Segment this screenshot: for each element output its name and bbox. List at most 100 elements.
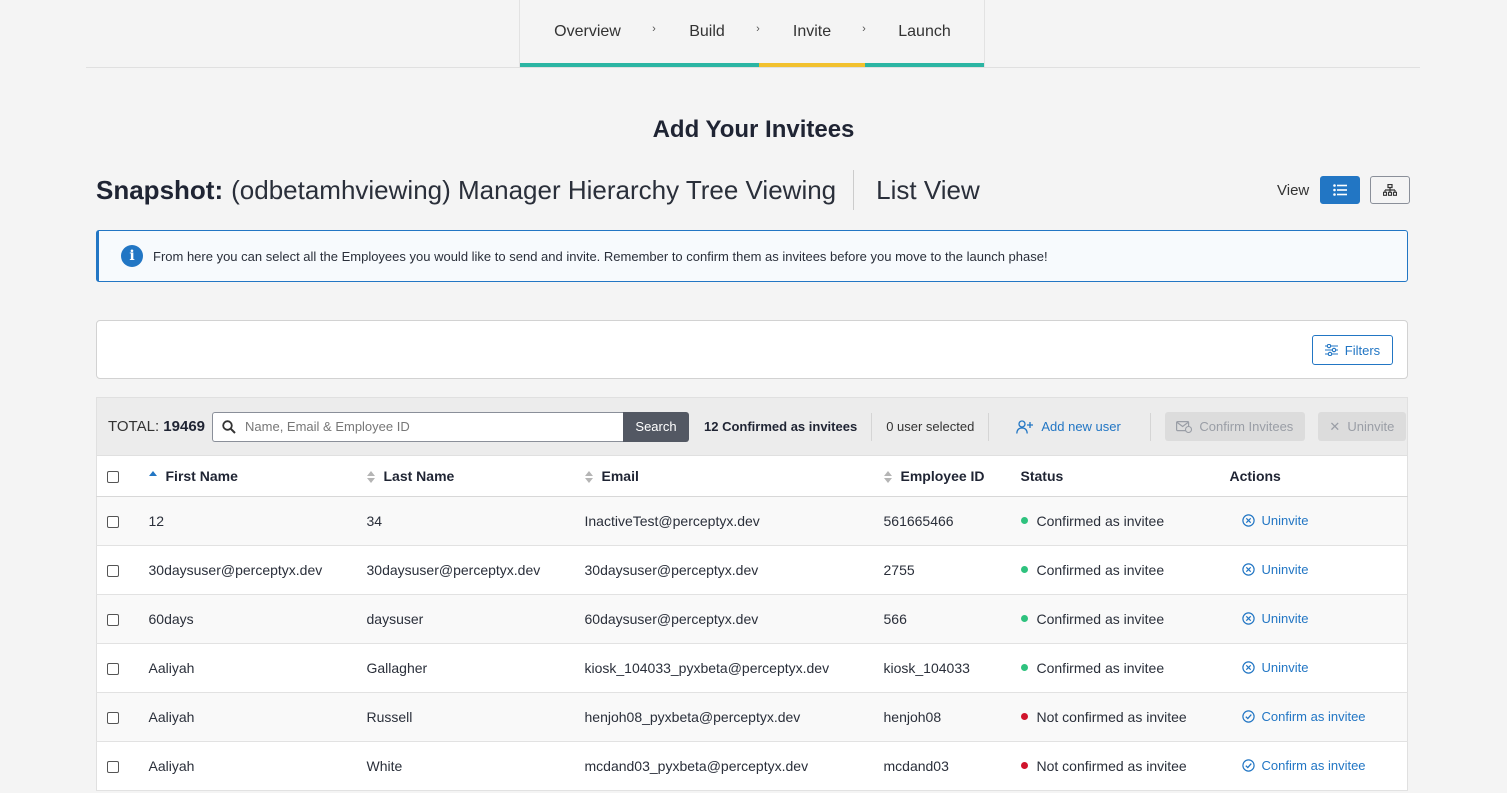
confirm-invitee-link[interactable]: Confirm as invitee: [1241, 757, 1366, 773]
employee-id-cell: mcdand03: [883, 741, 1021, 791]
status-text: Confirmed as invitee: [1036, 513, 1165, 529]
header-employee-id[interactable]: Employee ID: [883, 455, 1021, 497]
action-cell: Confirm as invitee: [1229, 741, 1408, 791]
toolbar-divider: [988, 412, 990, 441]
action-label: Confirm as invitee: [1261, 757, 1366, 773]
add-user-icon: [1016, 419, 1034, 434]
select-all-checkbox[interactable]: [107, 471, 119, 484]
row-select-cell: [96, 643, 149, 693]
tree-view-button[interactable]: [1370, 176, 1411, 204]
wizard-stepper: Overview › Build › Invite › Launch: [519, 0, 985, 68]
filters-button[interactable]: Filters: [1312, 335, 1393, 365]
action-label: Uninvite: [1261, 561, 1309, 577]
sort-icon: [584, 471, 593, 484]
search-box: [212, 411, 624, 442]
snapshot-title: Snapshot: (odbetamhviewing) Manager Hier…: [96, 170, 980, 210]
confirm-invitee-link[interactable]: Confirm as invitee: [1241, 708, 1366, 724]
chevron-right-icon: ›: [857, 22, 871, 36]
step-overview[interactable]: Overview ›: [520, 0, 661, 68]
employee-id-cell: 2755: [883, 545, 1021, 595]
toolbar-divider: [871, 412, 873, 441]
first-name-cell: Aaliyah: [148, 643, 367, 693]
hierarchy-icon: [1383, 184, 1398, 196]
step-build[interactable]: Build ›: [655, 0, 765, 68]
sort-icon: [883, 471, 892, 484]
add-user-button[interactable]: Add new user: [1016, 419, 1121, 434]
header-last-name[interactable]: Last Name: [366, 455, 585, 497]
filter-panel: Filters: [96, 320, 1408, 379]
mail-check-icon: [1176, 420, 1193, 433]
uninvite-link[interactable]: Uninvite: [1241, 512, 1309, 528]
first-name-cell: Aaliyah: [148, 741, 367, 791]
status-cell: Confirmed as invitee: [1020, 496, 1230, 546]
email-cell: mcdand03_pyxbeta@perceptyx.dev: [584, 741, 884, 791]
row-checkbox[interactable]: [107, 712, 119, 725]
last-name-cell: daysuser: [366, 594, 585, 644]
row-select-cell: [96, 692, 149, 742]
status-text: Confirmed as invitee: [1036, 611, 1165, 627]
header-divider: [86, 67, 1420, 68]
last-name-cell: 30daysuser@perceptyx.dev: [366, 545, 585, 595]
employee-id-cell: 561665466: [883, 496, 1021, 546]
status-text: Confirmed as invitee: [1036, 660, 1165, 676]
email-cell: 60daysuser@perceptyx.dev: [584, 594, 884, 644]
row-select-cell: [96, 594, 149, 644]
row-checkbox[interactable]: [107, 516, 119, 529]
email-cell: InactiveTest@perceptyx.dev: [584, 496, 884, 546]
step-invite[interactable]: Invite ›: [759, 0, 871, 68]
step-launch[interactable]: Launch: [865, 0, 984, 68]
step-label: Overview: [554, 22, 621, 40]
search-input[interactable]: [245, 419, 606, 434]
row-checkbox[interactable]: [107, 565, 119, 578]
uninvite-link[interactable]: Uninvite: [1241, 611, 1308, 626]
action-cell: Uninvite: [1229, 545, 1408, 595]
status-dot: [1020, 761, 1028, 769]
header-email[interactable]: Email: [584, 455, 884, 497]
row-checkbox[interactable]: [107, 614, 119, 627]
uninvite-link[interactable]: Uninvite: [1241, 660, 1308, 675]
total-count: TOTAL: 19469: [108, 418, 205, 435]
action-cell: Uninvite: [1229, 594, 1408, 644]
table-row: 60days daysuser 60daysuser@perceptyx.dev 56…: [96, 594, 1408, 644]
row-checkbox[interactable]: [107, 663, 119, 676]
row-select-cell: [96, 545, 149, 595]
invitees-table: First Name Last Name Email Employee ID S…: [96, 455, 1408, 791]
email-cell: 30daysuser@perceptyx.dev: [584, 545, 884, 595]
header-first-name[interactable]: First Name: [148, 455, 367, 497]
sort-icon: [366, 471, 375, 484]
info-text: From here you can select all the Employe…: [153, 248, 1048, 264]
title-divider: [853, 170, 855, 210]
uninvite-circle-x-icon: [1241, 660, 1255, 674]
last-name-cell: White: [366, 741, 585, 791]
status-dot: [1020, 712, 1028, 720]
status-cell: Confirmed as invitee: [1020, 643, 1230, 693]
step-label: Invite: [792, 22, 832, 40]
confirm-circle-check-icon: [1241, 709, 1255, 723]
confirm-circle-check-icon: [1241, 758, 1255, 772]
last-name-cell: 34: [366, 496, 585, 546]
action-cell: Uninvite: [1229, 643, 1408, 693]
header-label: Last Name: [383, 468, 455, 484]
table-row: Aaliyah White mcdand03_pyxbeta@perceptyx.d…: [96, 741, 1408, 791]
action-label: Confirm as invitee: [1261, 708, 1366, 724]
header-label: Status: [1020, 468, 1064, 484]
search-button[interactable]: Search: [623, 411, 690, 442]
row-checkbox[interactable]: [107, 761, 119, 774]
confirm-invitees-button[interactable]: Confirm Invitees: [1164, 412, 1305, 441]
first-name-cell: 60days: [148, 594, 367, 644]
select-all-cell: [96, 455, 149, 497]
status-text: Not confirmed as invitee: [1036, 758, 1187, 774]
snapshot-name: (odbetamhviewing) Manager Hierarchy Tree…: [231, 174, 837, 205]
snapshot-label: Snapshot:: [96, 174, 224, 205]
action-label: Uninvite: [1261, 512, 1309, 528]
status-cell: Not confirmed as invitee: [1020, 692, 1230, 742]
uninvite-link[interactable]: Uninvite: [1241, 561, 1309, 577]
uninvite-label: Uninvite: [1347, 419, 1395, 434]
uninvite-button[interactable]: ✕ Uninvite: [1317, 412, 1406, 441]
employee-id-cell: kiosk_104033: [883, 643, 1021, 693]
header-label: Actions: [1229, 468, 1281, 484]
view-switcher: View: [1277, 176, 1411, 204]
list-view-button[interactable]: [1320, 176, 1361, 204]
header-label: Employee ID: [900, 468, 985, 484]
confirmed-count: 12 Confirmed as invitees: [704, 419, 858, 434]
